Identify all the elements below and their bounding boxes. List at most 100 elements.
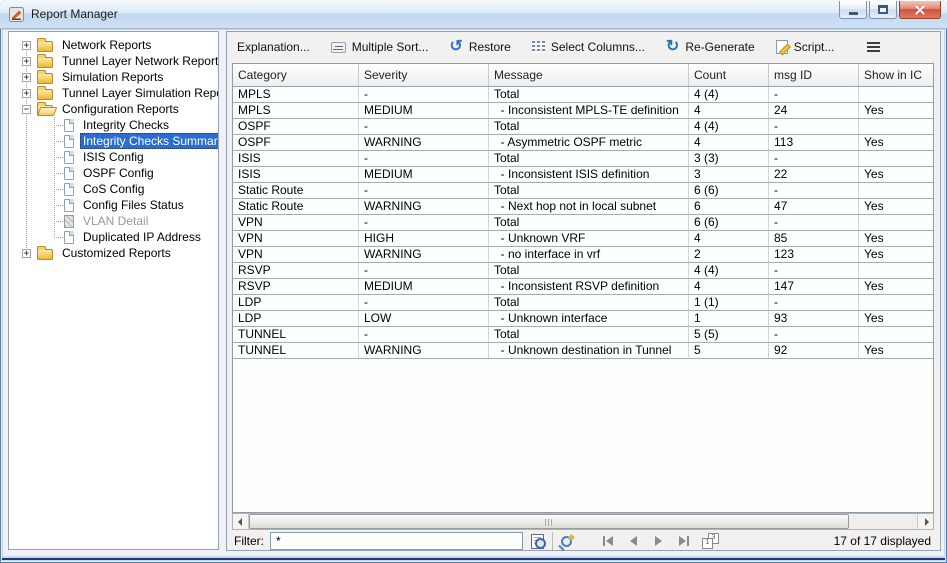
table-row[interactable]: RSVPMEDIUM - Inconsistent RSVP definitio…: [233, 279, 933, 295]
expand-icon[interactable]: +: [22, 89, 31, 98]
table-row[interactable]: Static Route-Total6 (6)-: [233, 183, 933, 199]
table-row[interactable]: ISIS-Total3 (3)-: [233, 151, 933, 167]
advanced-search-icon[interactable]: [561, 536, 572, 547]
table-cell: Static Route: [233, 199, 359, 214]
filter-input[interactable]: [270, 532, 523, 550]
report-table: CategorySeverityMessageCountmsg IDShow i…: [232, 63, 934, 513]
tree-item-simulation-reports[interactable]: + Simulation Reports: [9, 69, 218, 85]
restore-button[interactable]: ↺Restore: [449, 40, 510, 54]
expand-icon[interactable]: +: [22, 57, 31, 66]
table-cell: 6: [689, 199, 769, 214]
column-header-severity[interactable]: Severity: [359, 64, 489, 86]
goto-page-button[interactable]: [702, 534, 719, 549]
select-columns-button[interactable]: Select Columns...: [532, 40, 645, 54]
column-header-category[interactable]: Category: [233, 64, 359, 86]
report-toolbar: Explanation... Multiple Sort... ↺Restore Se…: [227, 32, 940, 62]
table-row[interactable]: VPN-Total6 (6)-: [233, 215, 933, 231]
table-cell: OSPF: [233, 119, 359, 134]
tree-item-ospf-config[interactable]: OSPF Config: [9, 165, 218, 181]
table-cell: 92: [769, 343, 859, 358]
table-cell: 22: [769, 167, 859, 182]
next-page-button[interactable]: [649, 534, 668, 548]
table-cell: -: [359, 119, 489, 134]
table-cell: -: [769, 119, 859, 134]
table-cell: ISIS: [233, 167, 359, 182]
table-row[interactable]: LDP-Total1 (1)-: [233, 295, 933, 311]
table-cell: 4 (4): [689, 87, 769, 102]
tree-item-customized-reports[interactable]: + Customized Reports: [9, 245, 218, 261]
document-disabled-icon: [64, 215, 74, 228]
table-row[interactable]: OSPFWARNING - Asymmetric OSPF metric4113…: [233, 135, 933, 151]
regenerate-icon: ↻: [666, 40, 679, 54]
script-button[interactable]: Script...: [776, 40, 835, 54]
tree-item-integrity-checks-summary[interactable]: Integrity Checks Summary: [9, 133, 218, 149]
column-header-message[interactable]: Message: [489, 64, 689, 86]
table-cell: - Next hop not in local subnet: [489, 199, 689, 214]
table-row[interactable]: Static RouteWARNING - Next hop not in lo…: [233, 199, 933, 215]
table-cell: -: [769, 183, 859, 198]
tree-item-vlan-detail[interactable]: VLAN Detail: [9, 213, 218, 229]
scroll-right-button[interactable]: [917, 514, 933, 529]
tree-item-integrity-checks[interactable]: Integrity Checks: [9, 117, 218, 133]
tree-item-network-reports[interactable]: +Network Reports: [9, 37, 218, 53]
tree-item-label: Tunnel Layer Network Reports: [59, 53, 219, 69]
tree-item-tunnel-layer-simulation-reports[interactable]: +Tunnel Layer Simulation Reports: [9, 85, 218, 101]
table-row[interactable]: TUNNEL-Total5 (5)-: [233, 327, 933, 343]
table-cell: Static Route: [233, 183, 359, 198]
table-row[interactable]: RSVP-Total4 (4)-: [233, 263, 933, 279]
tree-item-isis-config[interactable]: ISIS Config: [9, 149, 218, 165]
maximize-button[interactable]: [869, 1, 897, 19]
folder-open-icon: [37, 105, 53, 116]
table-cell: 4: [689, 279, 769, 294]
toolbar-button-label: Select Columns...: [551, 40, 645, 54]
table-row[interactable]: LDPLOW - Unknown interface193Yes: [233, 311, 933, 327]
previous-page-button[interactable]: [624, 534, 643, 548]
table-cell: -: [769, 87, 859, 102]
footer-divider: [552, 532, 553, 550]
table-row[interactable]: OSPF-Total4 (4)-: [233, 119, 933, 135]
columns-icon: [532, 41, 545, 53]
tree-item-cos-config[interactable]: CoS Config: [9, 181, 218, 197]
column-header-msg-id[interactable]: msg ID: [769, 64, 859, 86]
close-button[interactable]: [899, 1, 941, 19]
tree-item-label: VLAN Detail: [80, 213, 151, 229]
tree-item-label: Customized Reports: [59, 245, 174, 261]
first-page-button[interactable]: [599, 534, 618, 548]
minimize-button[interactable]: [839, 1, 867, 19]
table-cell: 4: [689, 135, 769, 150]
table-row[interactable]: TUNNELWARNING - Unknown destination in T…: [233, 343, 933, 359]
table-row[interactable]: ISISMEDIUM - Inconsistent ISIS definitio…: [233, 167, 933, 183]
hamburger-menu-icon[interactable]: [867, 42, 880, 53]
column-header-count[interactable]: Count: [689, 64, 769, 86]
last-page-button[interactable]: [674, 534, 693, 548]
tree-item-tunnel-layer-network-reports[interactable]: + Tunnel Layer Network Reports: [9, 53, 218, 69]
tree-item-duplicated-ip-address[interactable]: Duplicated IP Address: [9, 229, 218, 245]
explanation-button[interactable]: Explanation...: [237, 40, 310, 54]
table-row[interactable]: VPNHIGH - Unknown VRF485Yes: [233, 231, 933, 247]
expand-icon[interactable]: +: [22, 73, 31, 82]
scroll-left-button[interactable]: [233, 514, 249, 529]
table-row[interactable]: MPLS-Total4 (4)-: [233, 87, 933, 103]
table-cell: WARNING: [359, 135, 489, 150]
folder-closed-icon: [37, 41, 53, 52]
titlebar[interactable]: Report Manager: [0, 0, 947, 29]
horizontal-scrollbar-thumb[interactable]: [249, 514, 849, 529]
tree-item-configuration-reports[interactable]: −Configuration Reports: [9, 101, 218, 117]
tree-item-label: Simulation Reports: [59, 69, 166, 85]
re-generate-button[interactable]: ↻Re-Generate: [666, 40, 755, 54]
table-row[interactable]: MPLSMEDIUM - Inconsistent MPLS-TE defini…: [233, 103, 933, 119]
tree-item-config-files-status[interactable]: Config Files Status: [9, 197, 218, 213]
table-cell: 93: [769, 311, 859, 326]
table-cell: HIGH: [359, 231, 489, 246]
preview-report-icon[interactable]: [531, 534, 544, 549]
table-row[interactable]: VPNWARNING - no interface in vrf2123Yes: [233, 247, 933, 263]
multiple-sort-button[interactable]: Multiple Sort...: [331, 40, 429, 54]
expand-icon[interactable]: +: [22, 249, 31, 258]
horizontal-scrollbar[interactable]: [232, 513, 934, 530]
expand-icon[interactable]: +: [22, 41, 31, 50]
table-cell: -: [359, 295, 489, 310]
document-icon: [64, 199, 74, 212]
collapse-icon[interactable]: −: [22, 105, 31, 114]
column-header-show-in-ic[interactable]: Show in IC: [859, 64, 933, 86]
table-cell: 24: [769, 103, 859, 118]
